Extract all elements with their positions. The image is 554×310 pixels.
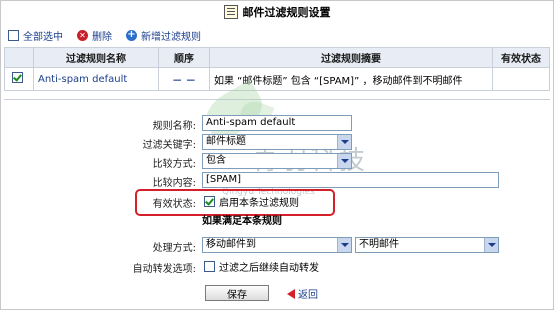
- forward-label: 自动转发选项:: [132, 264, 196, 275]
- forward-checkbox[interactable]: [204, 261, 215, 272]
- keyword-select[interactable]: 邮件标题: [202, 134, 352, 150]
- forward-toggle[interactable]: 过滤之后继续自动转发: [204, 259, 319, 274]
- action-target-value: 不明邮件: [359, 239, 399, 250]
- enable-rule-checkbox[interactable]: [204, 196, 215, 207]
- back-arrow-icon: [287, 288, 295, 299]
- back-link[interactable]: 返回: [287, 286, 318, 301]
- compare-select-value: 包含: [206, 155, 226, 166]
- content-input[interactable]: [SPAM]: [202, 172, 499, 188]
- action-target-select[interactable]: 不明邮件: [355, 237, 499, 253]
- enable-rule-label: 启用本条过滤规则: [219, 198, 299, 209]
- compare-label: 比较方式:: [152, 159, 196, 170]
- content-label: 比较内容:: [152, 178, 196, 189]
- action-select-value: 移动邮件到: [206, 239, 256, 250]
- save-button[interactable]: 保存: [205, 285, 269, 301]
- rule-name-label: 规则名称:: [152, 121, 196, 132]
- back-link-label: 返回: [298, 290, 318, 301]
- compare-select[interactable]: 包含: [202, 153, 352, 169]
- keyword-select-value: 邮件标题: [206, 136, 246, 147]
- status-label: 有效状态:: [152, 199, 196, 210]
- enable-rule-toggle[interactable]: 启用本条过滤规则: [204, 194, 299, 209]
- chevron-down-icon: [337, 238, 351, 252]
- chevron-down-icon: [337, 135, 351, 149]
- action-label: 处理方式:: [152, 243, 196, 254]
- forward-checkbox-label: 过滤之后继续自动转发: [219, 263, 319, 274]
- rule-form: 规则名称: Anti-spam default 过滤关键字: 邮件标题 比较方式…: [0, 0, 554, 310]
- chevron-down-icon: [484, 238, 498, 252]
- rule-name-input[interactable]: Anti-spam default: [202, 115, 352, 131]
- chevron-down-icon: [337, 154, 351, 168]
- condition-subheading: 如果满足本条规则: [202, 216, 282, 227]
- action-select[interactable]: 移动邮件到: [202, 237, 352, 253]
- keyword-label: 过滤关键字:: [142, 140, 196, 151]
